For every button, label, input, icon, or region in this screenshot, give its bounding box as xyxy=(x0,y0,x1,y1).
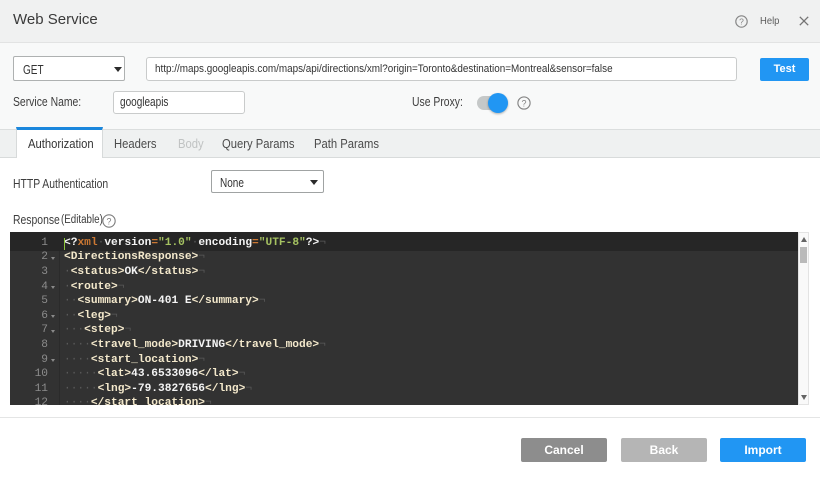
svg-text:?: ? xyxy=(107,216,112,226)
svg-text:?: ? xyxy=(739,17,744,27)
svg-text:?: ? xyxy=(521,98,526,108)
